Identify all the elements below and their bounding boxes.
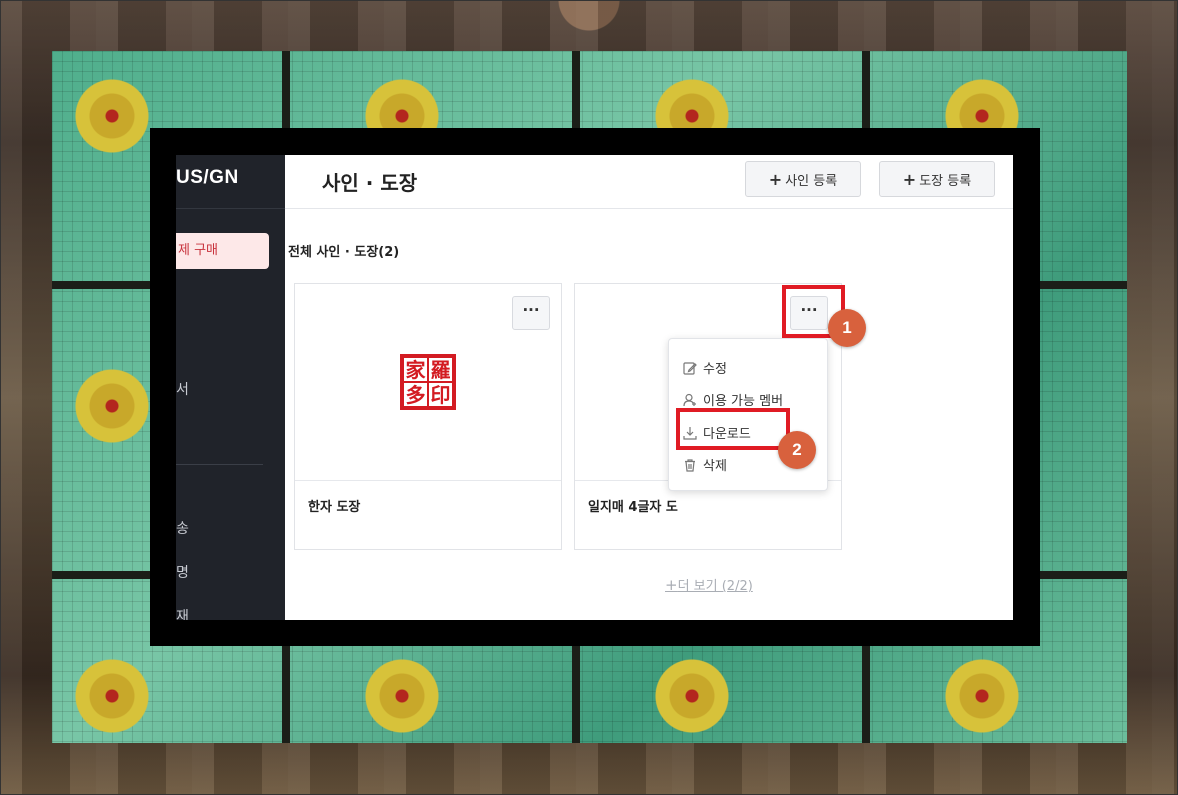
menu-item-label: 이용 가능 멤버 bbox=[703, 394, 784, 409]
edit-icon bbox=[683, 361, 697, 375]
page-header: 사인 · 도장 + 사인 등록 + 도장 등록 bbox=[285, 155, 1013, 209]
plus-icon: + bbox=[902, 169, 917, 189]
sidebar-item-4[interactable]: 재 bbox=[176, 606, 189, 620]
sidebar-divider bbox=[176, 208, 285, 209]
page-title: 사인 · 도장 bbox=[322, 171, 418, 195]
stamp-card[interactable]: ··· 家 羅 多 印 한자 도장 bbox=[294, 283, 562, 550]
sidebar-item-3[interactable]: 명 bbox=[176, 562, 189, 582]
stamp-image: 家 羅 多 印 bbox=[400, 354, 456, 410]
sidebar-item-active[interactable]: 제 구매 bbox=[176, 233, 269, 269]
add-stamp-label: 도장 등록 bbox=[919, 173, 972, 189]
sidebar-separator bbox=[176, 464, 263, 465]
seal-char: 羅 bbox=[429, 357, 452, 382]
add-stamp-button[interactable]: + 도장 등록 bbox=[879, 161, 995, 197]
menu-item-members[interactable]: 이용 가능 멤버 bbox=[683, 390, 783, 409]
more-options-button[interactable]: ··· bbox=[512, 296, 550, 330]
card-name: 일지매 4글자 도 bbox=[588, 500, 678, 515]
plus-icon: + bbox=[768, 169, 783, 189]
app-window: US/GN 제 구매 서 송 명 재 사인 · 도장 + 사인 등록 + 도장 … bbox=[176, 155, 1013, 620]
section-title: 전체 사인 · 도장(2) bbox=[288, 245, 400, 260]
sidebar-item-1[interactable]: 서 bbox=[176, 379, 189, 399]
plus-icon: + bbox=[665, 576, 678, 594]
seal-char: 家 bbox=[404, 357, 427, 382]
seal-char: 印 bbox=[429, 382, 452, 407]
user-plus-icon bbox=[683, 393, 697, 407]
add-sign-label: 사인 등록 bbox=[785, 173, 838, 189]
menu-item-edit[interactable]: 수정 bbox=[683, 358, 727, 377]
load-more-label: 더 보기 (2/2) bbox=[677, 579, 753, 594]
add-sign-button[interactable]: + 사인 등록 bbox=[745, 161, 861, 197]
brand-logo: US/GN bbox=[176, 167, 239, 188]
load-more-link[interactable]: +더 보기 (2/2) bbox=[665, 575, 753, 594]
menu-item-label: 수정 bbox=[703, 362, 727, 377]
highlight-box-download bbox=[676, 408, 790, 450]
step-marker-2: 2 bbox=[778, 431, 816, 469]
menu-item-delete[interactable]: 삭제 bbox=[683, 455, 727, 474]
card-name: 한자 도장 bbox=[308, 500, 361, 515]
sidebar: US/GN 제 구매 서 송 명 재 bbox=[176, 155, 285, 620]
sidebar-item-2[interactable]: 송 bbox=[176, 518, 189, 538]
seal-char: 多 bbox=[404, 382, 427, 407]
step-marker-1: 1 bbox=[828, 309, 866, 347]
card-divider bbox=[295, 480, 561, 481]
trash-icon bbox=[683, 458, 697, 472]
menu-item-label: 삭제 bbox=[703, 459, 727, 474]
